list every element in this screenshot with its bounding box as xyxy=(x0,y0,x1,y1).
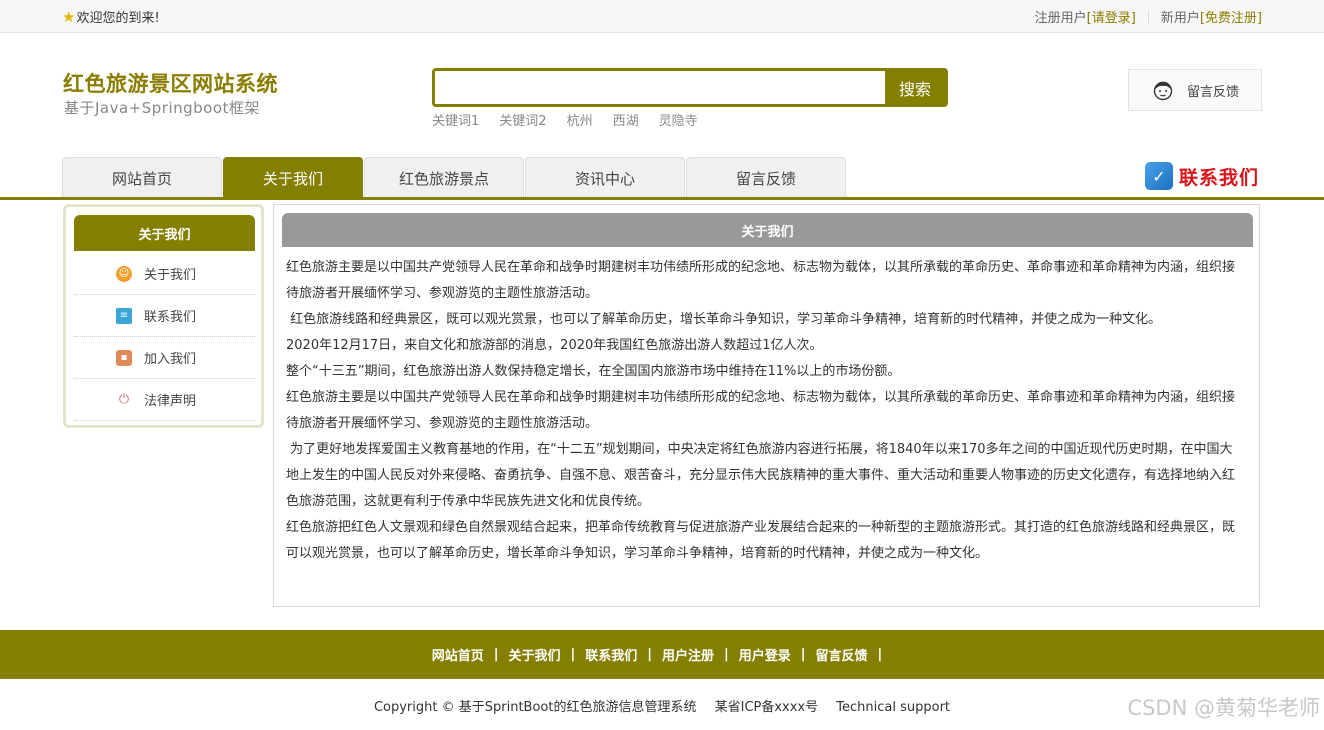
footer-link-contact[interactable]: 联系我们 xyxy=(585,645,637,664)
article-paragraph: 红色旅游把红色人文景观和绿色自然景观结合起来，把革命传统教育与促进旅游产业发展结… xyxy=(286,520,1236,561)
hot-keywords: 关键词1 关键词2 杭州 西湖 灵隐寺 xyxy=(432,110,698,129)
footer-link-home[interactable]: 网站首页 xyxy=(432,645,484,664)
search-bar: 搜索 xyxy=(432,68,948,107)
support-text: Technical support xyxy=(836,700,951,715)
smile-icon: ☺ xyxy=(116,265,132,282)
star-icon: ★ xyxy=(62,7,76,26)
welcome-message: ★ 欢迎您的到来! xyxy=(62,7,160,27)
hotword-link[interactable]: 灵隐寺 xyxy=(659,110,698,129)
sidebar-item-label: 联系我们 xyxy=(144,310,197,325)
footer-separator: | xyxy=(877,647,883,662)
login-link[interactable]: [请登录] xyxy=(1087,7,1136,26)
footer-separator: | xyxy=(570,647,576,662)
sidebar-list: ☺ 关于我们 ≡ 联系我们 ▪ 加入我们 ⏻ 法律声明 xyxy=(74,253,255,421)
register-link[interactable]: [免费注册] xyxy=(1200,7,1262,26)
power-icon: ⏻ xyxy=(116,391,132,408)
sidebar-item-contact[interactable]: ≡ 联系我们 xyxy=(74,295,255,337)
contact-us-text: 联系我们 xyxy=(1179,166,1260,189)
footer-separator: | xyxy=(647,647,652,662)
article-paragraph: 红色旅游线路和经典景区，既可以观光赏景，也可以了解革命历史，增长革命斗争知识，学… xyxy=(286,312,1162,327)
feedback-label: 留言反馈 xyxy=(1187,84,1240,100)
footer-separator: | xyxy=(724,647,729,662)
footer-link-about[interactable]: 关于我们 xyxy=(508,645,560,664)
sidebar-item-label: 法律声明 xyxy=(144,394,197,409)
clipboard-icon: ≡ xyxy=(116,307,132,324)
contact-us-banner[interactable]: ✓ 联系我们 xyxy=(1145,162,1259,190)
footer-link-login[interactable]: 用户登录 xyxy=(739,645,791,664)
nav-underline xyxy=(0,197,1324,200)
top-bar: ★ 欢迎您的到来! 注册用户 [请登录] 新用户 [免费注册] xyxy=(0,0,1324,33)
footer-separator: | xyxy=(493,647,499,662)
nav-item-feedback[interactable]: 留言反馈 xyxy=(686,157,846,198)
divider xyxy=(1147,9,1149,24)
watermark: CSDN @黄菊华老师 xyxy=(1127,696,1320,720)
sidebar-item-label: 关于我们 xyxy=(144,268,197,283)
nav-item-attractions[interactable]: 红色旅游景点 xyxy=(364,157,524,198)
footer-separator: | xyxy=(800,647,806,662)
footer-link-register[interactable]: 用户注册 xyxy=(662,645,714,664)
article-paragraph: 2020年12月17日，来自文化和旅游部的消息，2020年我国红色旅游出游人数超… xyxy=(286,338,823,353)
nav-item-home[interactable]: 网站首页 xyxy=(62,157,222,198)
content-title: 关于我们 xyxy=(282,213,1253,247)
sidebar-title: 关于我们 xyxy=(74,215,255,251)
feedback-button[interactable]: 留言反馈 xyxy=(1128,69,1262,111)
article-paragraph: 整个“十三五”期间，红色旅游出游人数保持稳定增长，在全国国内旅游市场中维持在11… xyxy=(286,364,901,379)
site-subtitle: 基于Java+Springboot框架 xyxy=(64,99,260,117)
article-paragraph: 为了更好地发挥爱国主义教育基地的作用，在“十二五”规划期间，中央决定将红色旅游内… xyxy=(286,442,1236,509)
new-user-label: 新用户 xyxy=(1160,11,1200,26)
checkmark-icon: ✓ xyxy=(1145,162,1173,190)
search-button[interactable]: 搜索 xyxy=(885,71,945,104)
main-nav: 网站首页 关于我们 红色旅游景点 资讯中心 留言反馈 xyxy=(62,157,847,198)
sidebar-item-about[interactable]: ☺ 关于我们 xyxy=(74,253,255,295)
sidebar-item-join[interactable]: ▪ 加入我们 xyxy=(74,337,255,379)
content-panel: 关于我们 红色旅游主要是以中国共产党领导人民在革命和战争时期建树丰功伟绩所形成的… xyxy=(273,204,1260,607)
account-links: 注册用户 [请登录] 新用户 [免费注册] xyxy=(1035,7,1262,26)
footer-nav: 网站首页 | 关于我们 | 联系我们 | 用户注册 | 用户登录 | 留言反馈 | xyxy=(0,630,1324,679)
icp-text: 某省ICP备xxxx号 xyxy=(714,700,819,715)
nav-item-news[interactable]: 资讯中心 xyxy=(525,157,685,198)
hotword-link[interactable]: 关键词2 xyxy=(499,110,546,129)
register-user-label: 注册用户 xyxy=(1034,11,1087,26)
sidebar: 关于我们 ☺ 关于我们 ≡ 联系我们 ▪ 加入我们 ⏻ 法律声明 xyxy=(63,204,264,428)
article-paragraph: 红色旅游主要是以中国共产党领导人民在革命和战争时期建树丰功伟绩所形成的纪念地、标… xyxy=(286,260,1236,301)
search-input[interactable] xyxy=(435,71,885,104)
footer-link-feedback[interactable]: 留言反馈 xyxy=(816,645,868,664)
sidebar-item-label: 加入我们 xyxy=(144,352,197,367)
hotword-link[interactable]: 杭州 xyxy=(567,110,593,129)
site-title[interactable]: 红色旅游景区网站系统 xyxy=(63,68,278,98)
copyright-line: Copyright © 基于SprintBoot的红色旅游信息管理系统 某省IC… xyxy=(0,696,1324,715)
welcome-text: 欢迎您的到来! xyxy=(76,11,160,26)
article-paragraph: 红色旅游主要是以中国共产党领导人民在革命和战争时期建树丰功伟绩所形成的纪念地、标… xyxy=(286,390,1236,431)
sidebar-item-legal[interactable]: ⏻ 法律声明 xyxy=(74,379,255,421)
article-body: 红色旅游主要是以中国共产党领导人民在革命和战争时期建树丰功伟绩所形成的纪念地、标… xyxy=(286,255,1238,567)
hotword-link[interactable]: 西湖 xyxy=(613,110,639,129)
user-face-icon xyxy=(1153,81,1173,101)
hotword-link[interactable]: 关键词1 xyxy=(432,110,479,129)
copyright-text: Copyright © 基于SprintBoot的红色旅游信息管理系统 xyxy=(373,700,697,715)
lock-icon: ▪ xyxy=(116,349,132,366)
nav-item-about[interactable]: 关于我们 xyxy=(223,157,363,198)
